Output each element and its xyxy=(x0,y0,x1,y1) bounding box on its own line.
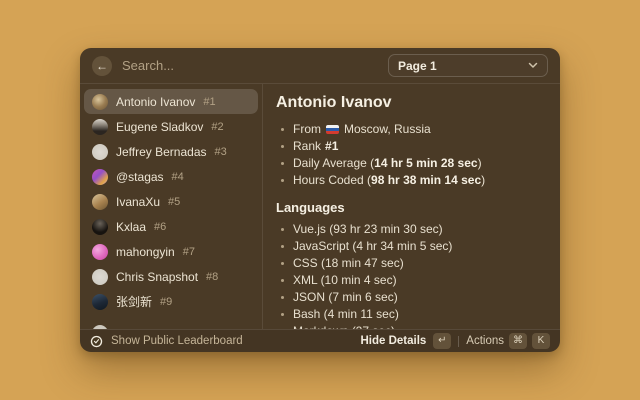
user-name: Antonio Ivanov xyxy=(116,95,195,109)
languages-header: Languages xyxy=(276,200,546,215)
details-title: Antonio Ivanov xyxy=(276,94,546,112)
leaderboard-row[interactable]: Jeffrey Bernadas #3 xyxy=(84,139,258,164)
user-avatar xyxy=(92,94,108,110)
hours-coded-value: 98 hr 38 min 14 sec xyxy=(371,174,481,187)
language-item: XML (10 min 4 sec) xyxy=(281,274,546,287)
back-button[interactable]: ← xyxy=(92,56,112,76)
user-avatar xyxy=(92,169,108,185)
leaderboard-row[interactable]: Antonio Ivanov #1 xyxy=(84,89,258,114)
cmd-key-icon: ⌘ xyxy=(509,333,527,349)
rank-label: Rank xyxy=(293,140,321,153)
leaderboard-row[interactable]: Kxlaa #6 xyxy=(84,214,258,239)
user-name: Jeffrey Bernadas xyxy=(116,145,207,159)
user-details-panel: Antonio Ivanov From Moscow, Russia Rank … xyxy=(263,84,560,329)
user-rank-badge: #7 xyxy=(183,246,195,258)
user-name: @stagas xyxy=(116,170,164,184)
bullet-icon xyxy=(281,279,284,282)
bullet-icon xyxy=(281,228,284,231)
user-avatar xyxy=(92,244,108,260)
language-item: JSON (7 min 6 sec) xyxy=(281,291,546,304)
user-name: mahongyin xyxy=(116,245,175,259)
hours-coded-label: Hours Coded ( xyxy=(293,174,371,187)
from-label: From xyxy=(293,123,321,136)
user-avatar xyxy=(92,269,108,285)
user-avatar xyxy=(92,294,108,310)
bullet-icon xyxy=(281,128,284,131)
user-name: Kxlaa xyxy=(116,220,146,234)
russia-flag-icon xyxy=(326,125,339,134)
daily-average-value: 14 hr 5 min 28 sec xyxy=(374,157,477,170)
hide-details-button[interactable]: Hide Details ↵ xyxy=(360,333,451,349)
from-line: From Moscow, Russia xyxy=(281,123,546,136)
leaderboard-row[interactable]: mahongyin #7 xyxy=(84,239,258,264)
user-avatar xyxy=(92,144,108,160)
separator xyxy=(458,336,459,347)
user-rank-badge: #6 xyxy=(154,221,166,233)
language-item: JavaScript (4 hr 34 min 5 sec) xyxy=(281,240,546,253)
next-user-avatar-clipped xyxy=(92,325,108,329)
leaderboard-row[interactable]: IvanaXu #5 xyxy=(84,189,258,214)
user-rank-badge: #4 xyxy=(172,171,184,183)
user-rank-badge: #3 xyxy=(215,146,227,158)
enter-key-icon: ↵ xyxy=(433,333,451,349)
user-avatar xyxy=(92,219,108,235)
language-item: CSS (18 min 47 sec) xyxy=(281,257,546,270)
user-name: IvanaXu xyxy=(116,195,160,209)
content-area: Antonio Ivanov #1 Eugene Sladkov #2 Jeff… xyxy=(80,84,560,329)
leaderboard-row[interactable]: Eugene Sladkov #2 xyxy=(84,114,258,139)
page-select-dropdown[interactable]: Page 1 xyxy=(388,54,548,77)
bullet-icon xyxy=(281,296,284,299)
user-rank-badge: #2 xyxy=(211,121,223,133)
bullet-icon xyxy=(281,179,284,182)
bullet-icon xyxy=(281,145,284,148)
user-rank-badge: #8 xyxy=(206,271,218,283)
user-name: Chris Snapshot xyxy=(116,270,198,284)
leaderboard-window: ← Page 1 Antonio Ivanov #1 Eugene Sladko… xyxy=(80,48,560,352)
languages-list: Vue.js (93 hr 23 min 30 sec) JavaScript … xyxy=(276,223,546,329)
daily-average-label: Daily Average ( xyxy=(293,157,374,170)
page-select-value: Page 1 xyxy=(398,59,437,73)
command-title: Show Public Leaderboard xyxy=(111,335,243,347)
language-item: Vue.js (93 hr 23 min 30 sec) xyxy=(281,223,546,236)
bullet-icon xyxy=(281,245,284,248)
search-bar: ← Page 1 xyxy=(80,48,560,84)
leaderboard-row[interactable]: 张剑新 #9 xyxy=(84,289,258,314)
language-item: Bash (4 min 11 sec) xyxy=(281,308,546,321)
rank-value: #1 xyxy=(325,140,338,153)
user-avatar xyxy=(92,194,108,210)
bullet-icon xyxy=(281,262,284,265)
user-name: Eugene Sladkov xyxy=(116,120,203,134)
user-name: 张剑新 xyxy=(116,293,152,310)
overview-list: From Moscow, Russia Rank #1 Daily Ave xyxy=(276,123,546,187)
user-rank-badge: #1 xyxy=(203,96,215,108)
wakatime-logo-icon xyxy=(90,335,103,348)
hours-coded-line: Hours Coded ( 98 hr 38 min 14 sec ) xyxy=(281,174,546,187)
user-rank-badge: #5 xyxy=(168,196,180,208)
user-avatar xyxy=(92,119,108,135)
back-arrow-icon: ← xyxy=(96,60,108,72)
user-rank-badge: #9 xyxy=(160,296,172,308)
action-bar: Show Public Leaderboard Hide Details ↵ A… xyxy=(80,329,560,352)
chevron-down-icon xyxy=(528,62,538,69)
actions-button[interactable]: Actions ⌘ K xyxy=(466,333,550,349)
search-input[interactable] xyxy=(122,58,388,73)
bullet-icon xyxy=(281,162,284,165)
k-key-icon: K xyxy=(532,333,550,349)
leaderboard-row[interactable]: Chris Snapshot #8 xyxy=(84,264,258,289)
rank-line: Rank #1 xyxy=(281,140,546,153)
daily-average-line: Daily Average ( 14 hr 5 min 28 sec ) xyxy=(281,157,546,170)
leaderboard-row[interactable]: @stagas #4 xyxy=(84,164,258,189)
leaderboard-list: Antonio Ivanov #1 Eugene Sladkov #2 Jeff… xyxy=(80,84,263,329)
bullet-icon xyxy=(281,313,284,316)
from-value: Moscow, Russia xyxy=(344,123,431,136)
